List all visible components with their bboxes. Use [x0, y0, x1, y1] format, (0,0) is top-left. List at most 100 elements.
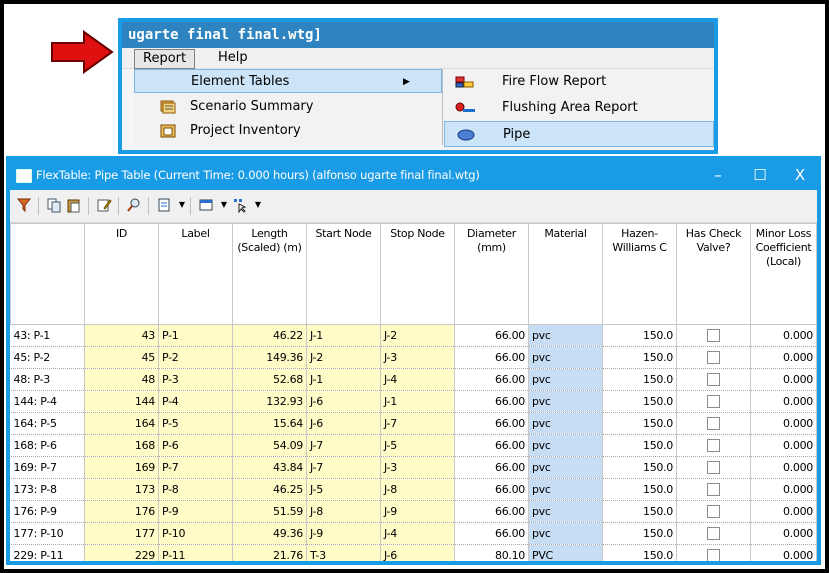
cell-diameter[interactable]: 66.00 — [454, 478, 529, 501]
cell-label[interactable]: P-5 — [158, 412, 233, 435]
cell-length[interactable]: 46.25 — [232, 478, 307, 501]
cell-minor[interactable]: 0.000 — [750, 500, 817, 523]
cell-hw[interactable]: 150.0 — [602, 456, 677, 479]
cell-label[interactable]: P-11 — [158, 544, 233, 561]
cell-label[interactable]: P-6 — [158, 434, 233, 457]
cell-hw[interactable]: 150.0 — [602, 368, 677, 391]
cell-length[interactable]: 43.84 — [232, 456, 307, 479]
cell-check[interactable] — [676, 390, 751, 413]
column-header-stop-node[interactable]: Stop Node — [380, 223, 455, 325]
menu-item-fire-flow-report[interactable]: Fire Flow Report — [444, 69, 714, 95]
cell-stop[interactable]: J-7 — [380, 412, 455, 435]
cell-hw[interactable]: 150.0 — [602, 500, 677, 523]
filter-icon[interactable] — [16, 197, 32, 213]
cell-label[interactable]: P-4 — [158, 390, 233, 413]
menu-item-flushing-area-report[interactable]: Flushing Area Report — [444, 95, 714, 121]
menu-report[interactable]: Report — [134, 49, 196, 69]
copy-icon[interactable] — [46, 197, 62, 213]
cell-start[interactable]: J-9 — [306, 522, 381, 545]
cell-label[interactable]: P-1 — [158, 324, 233, 347]
cell-stop[interactable]: J-3 — [380, 346, 455, 369]
column-header-start-node[interactable]: Start Node — [306, 223, 381, 325]
cell-label[interactable]: P-10 — [158, 522, 233, 545]
column-header-length[interactable]: Length (Scaled) (m) — [232, 223, 307, 325]
zoom-icon[interactable] — [126, 197, 142, 213]
menu-item-scenario-summary[interactable]: Scenario Summary — [134, 95, 442, 119]
cell-material[interactable]: pvc — [528, 412, 603, 435]
cell-minor[interactable]: 0.000 — [750, 522, 817, 545]
cell-check[interactable] — [676, 368, 751, 391]
cell-id[interactable]: 45 — [84, 346, 159, 369]
table-row[interactable]: 173: P-8 173 P-8 46.25 J-5 J-8 66.00 pvc 150.0 0.… — [10, 478, 817, 501]
cell-minor[interactable]: 0.000 — [750, 478, 817, 501]
cell-label[interactable]: P-3 — [158, 368, 233, 391]
cell-stop[interactable]: J-2 — [380, 324, 455, 347]
cell-id[interactable]: 176 — [84, 500, 159, 523]
cell-check[interactable] — [676, 324, 751, 347]
cell-id[interactable]: 164 — [84, 412, 159, 435]
cell-start[interactable]: J-7 — [306, 434, 381, 457]
cell-stop[interactable]: J-6 — [380, 544, 455, 561]
cell-diameter[interactable]: 66.00 — [454, 390, 529, 413]
cell-start[interactable]: J-1 — [306, 368, 381, 391]
cell-id[interactable]: 43 — [84, 324, 159, 347]
column-header-minor-loss[interactable]: Minor Loss Coefficient (Local) — [750, 223, 817, 325]
cell-diameter[interactable]: 66.00 — [454, 368, 529, 391]
check-valve-checkbox[interactable] — [707, 549, 720, 561]
table-row[interactable]: 43: P-1 43 P-1 46.22 J-1 J-2 66.00 pvc 150.0 0.00… — [10, 324, 817, 347]
cell-start[interactable]: J-6 — [306, 390, 381, 413]
table-row[interactable]: 229: P-11 229 P-11 21.76 T-3 J-6 80.10 PVC 150.0… — [10, 544, 817, 561]
cell-start[interactable]: J-5 — [306, 478, 381, 501]
cell-check[interactable] — [676, 478, 751, 501]
column-header-label[interactable]: Label — [158, 223, 233, 325]
cell-length[interactable]: 49.36 — [232, 522, 307, 545]
cell-length[interactable]: 132.93 — [232, 390, 307, 413]
cell-start[interactable]: J-8 — [306, 500, 381, 523]
cell-diameter[interactable]: 66.00 — [454, 346, 529, 369]
cell-start[interactable]: J-6 — [306, 412, 381, 435]
cell-material[interactable]: pvc — [528, 500, 603, 523]
table-row[interactable]: 144: P-4 144 P-4 132.93 J-6 J-1 66.00 pvc 150.0 0… — [10, 390, 817, 413]
cell-length[interactable]: 21.76 — [232, 544, 307, 561]
cell-head[interactable]: 173: P-8 — [10, 478, 85, 501]
cell-id[interactable]: 48 — [84, 368, 159, 391]
cell-id[interactable]: 229 — [84, 544, 159, 561]
cell-hw[interactable]: 150.0 — [602, 390, 677, 413]
cell-start[interactable]: J-1 — [306, 324, 381, 347]
cell-material[interactable]: pvc — [528, 390, 603, 413]
cell-material[interactable]: PVC — [528, 544, 603, 561]
check-valve-checkbox[interactable] — [707, 527, 720, 541]
cell-label[interactable]: P-7 — [158, 456, 233, 479]
cell-check[interactable] — [676, 456, 751, 479]
cell-head[interactable]: 43: P-1 — [10, 324, 85, 347]
cell-diameter[interactable]: 66.00 — [454, 500, 529, 523]
table-row[interactable]: 45: P-2 45 P-2 149.36 J-2 J-3 66.00 pvc 150.0 0.0… — [10, 346, 817, 369]
chevron-down-icon[interactable]: ▼ — [250, 197, 266, 213]
menu-item-project-inventory[interactable]: Project Inventory — [134, 119, 442, 143]
column-header-material[interactable]: Material — [528, 223, 603, 325]
cell-label[interactable]: P-8 — [158, 478, 233, 501]
cell-stop[interactable]: J-1 — [380, 390, 455, 413]
column-header-diameter[interactable]: Diameter (mm) — [454, 223, 529, 325]
cell-check[interactable] — [676, 500, 751, 523]
check-valve-checkbox[interactable] — [707, 351, 720, 365]
cell-material[interactable]: pvc — [528, 434, 603, 457]
cell-start[interactable]: J-2 — [306, 346, 381, 369]
cell-material[interactable]: pvc — [528, 478, 603, 501]
cell-minor[interactable]: 0.000 — [750, 368, 817, 391]
cell-length[interactable]: 149.36 — [232, 346, 307, 369]
cell-hw[interactable]: 150.0 — [602, 544, 677, 561]
report-icon[interactable] — [156, 197, 172, 213]
close-button[interactable]: X — [782, 160, 817, 190]
cell-stop[interactable]: J-4 — [380, 522, 455, 545]
cell-head[interactable]: 176: P-9 — [10, 500, 85, 523]
table-row[interactable]: 168: P-6 168 P-6 54.09 J-7 J-5 66.00 pvc 150.0 0.… — [10, 434, 817, 457]
select-icon[interactable] — [232, 197, 248, 214]
cell-minor[interactable]: 0.000 — [750, 412, 817, 435]
column-header-row-head[interactable] — [10, 223, 85, 325]
cell-head[interactable]: 229: P-11 — [10, 544, 85, 561]
cell-head[interactable]: 168: P-6 — [10, 434, 85, 457]
cell-hw[interactable]: 150.0 — [602, 324, 677, 347]
cell-check[interactable] — [676, 412, 751, 435]
column-header-check-valve[interactable]: Has Check Valve? — [676, 223, 751, 325]
